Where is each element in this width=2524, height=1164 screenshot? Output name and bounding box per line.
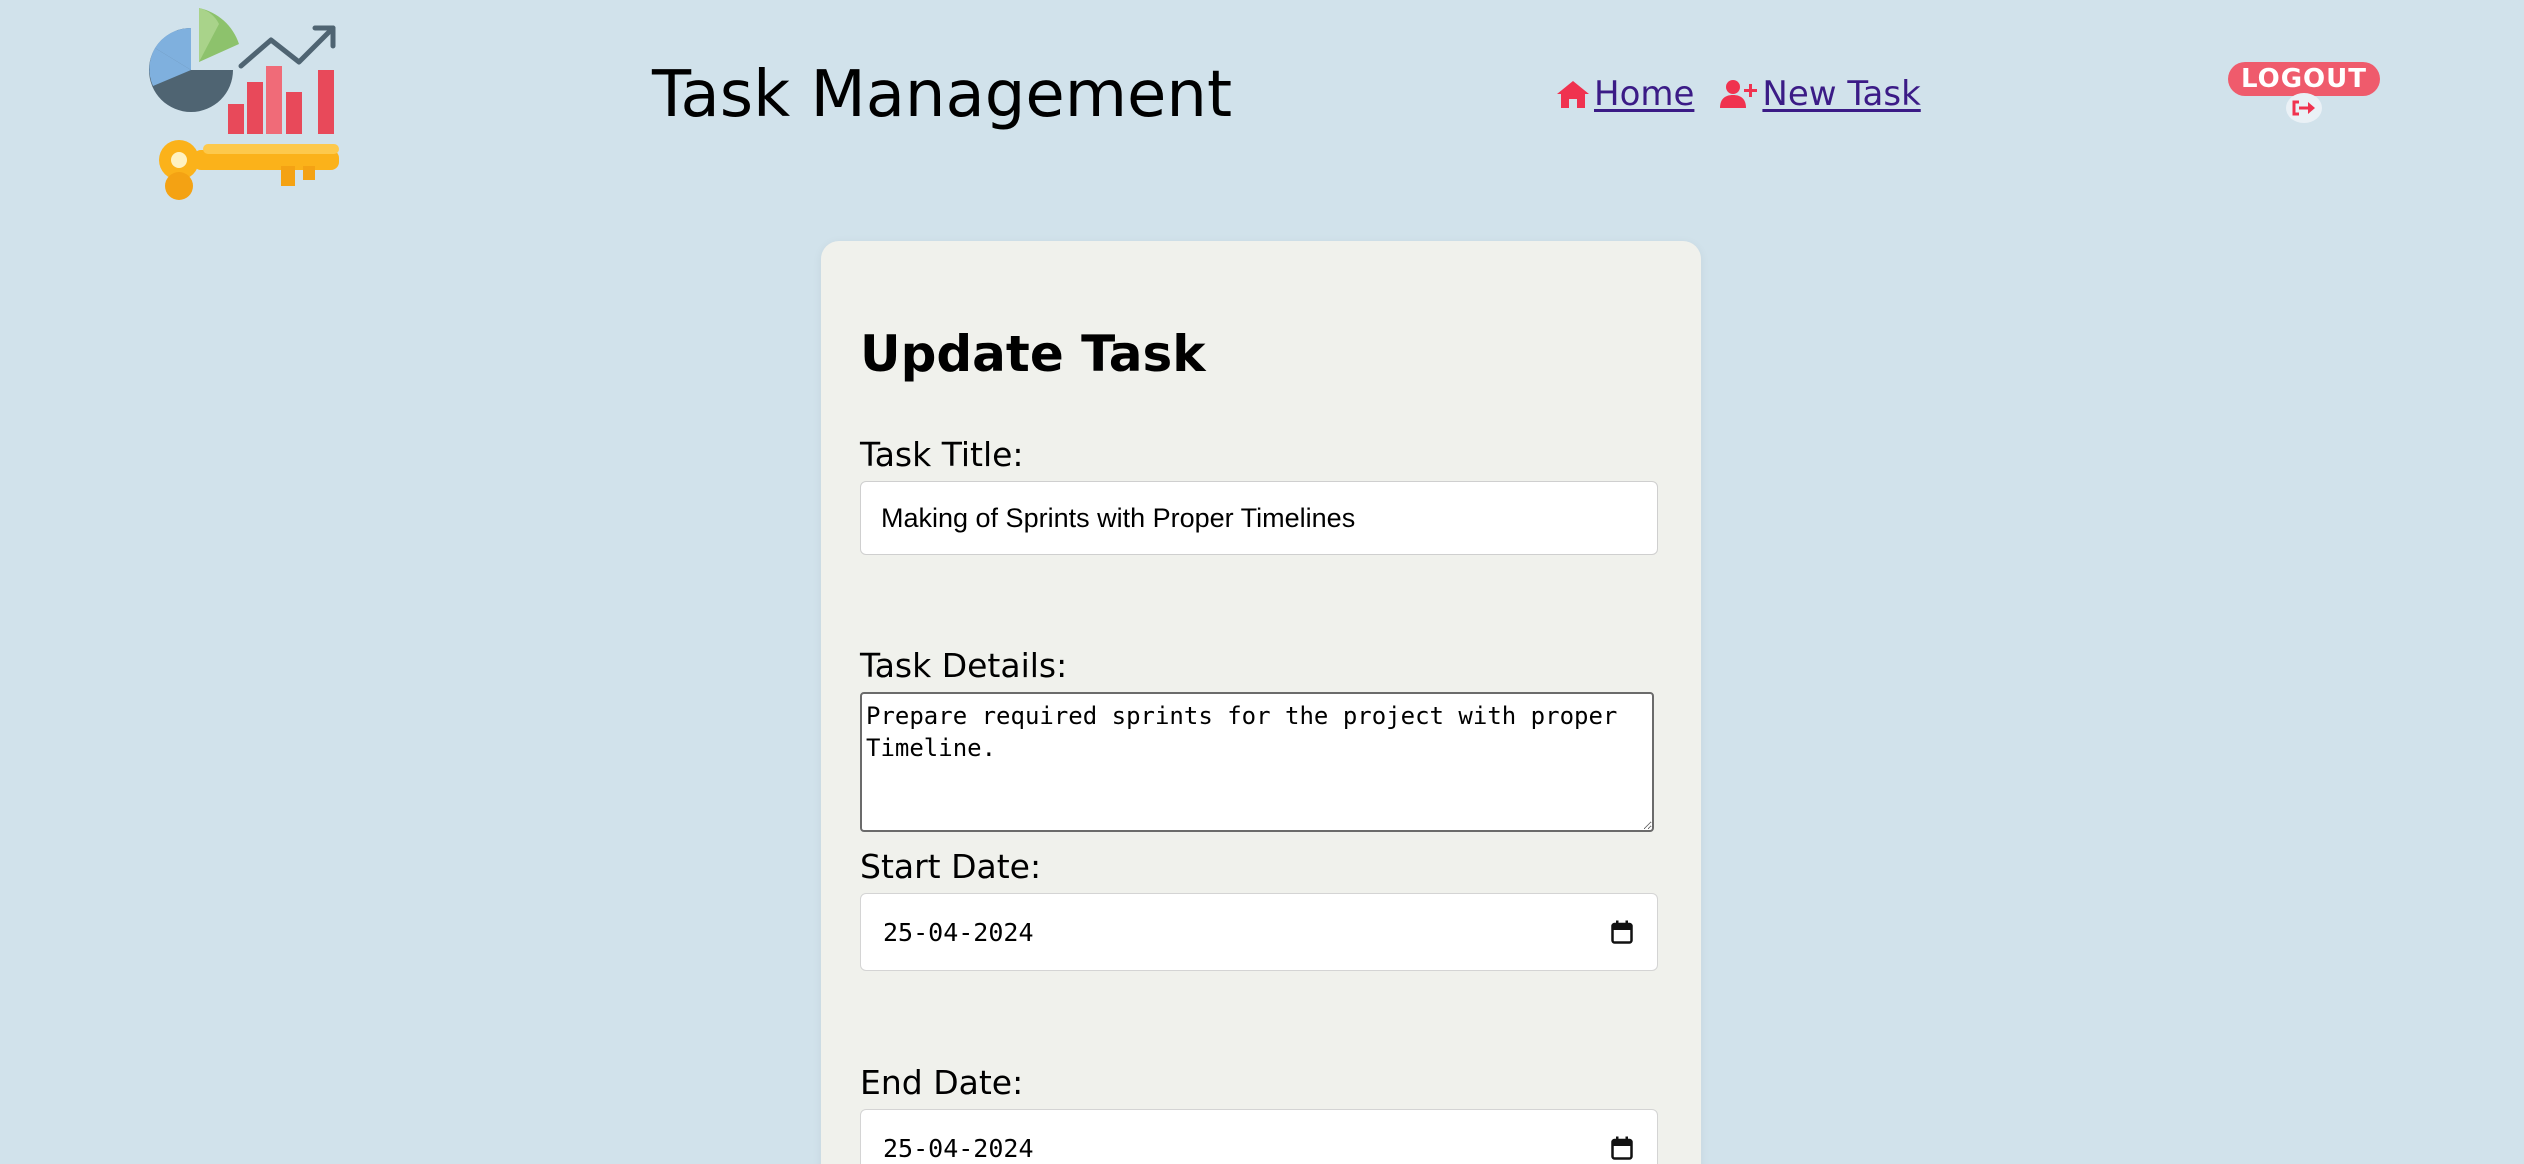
update-task-card: Update Task Task Title: Task Details: Pr… (821, 241, 1701, 1164)
end-date-value: 25-04-2024 (883, 1133, 1034, 1163)
user-plus-icon (1720, 80, 1758, 108)
form-heading: Update Task (860, 325, 1206, 383)
end-date-input[interactable]: 25-04-2024 (860, 1109, 1658, 1164)
task-details-textarea[interactable]: Prepare required sprints for the project… (860, 692, 1654, 832)
analytics-key-logo-icon (143, 4, 343, 200)
sign-out-icon (2286, 93, 2322, 123)
start-date-input[interactable]: 25-04-2024 (860, 893, 1658, 971)
page: Task Management Home New Task LOGOUT Upd… (0, 0, 2524, 1164)
calendar-icon[interactable] (1611, 1136, 1633, 1160)
calendar-icon[interactable] (1611, 920, 1633, 944)
logout-button[interactable]: LOGOUT (2228, 62, 2380, 126)
app-title: Task Management (652, 58, 1233, 132)
nav-new-task-label: New Task (1762, 74, 1921, 114)
logout-label: LOGOUT (2228, 62, 2380, 96)
start-date-value: 25-04-2024 (883, 917, 1034, 947)
main-nav: Home New Task (1556, 74, 1921, 114)
start-date-label: Start Date: (860, 847, 1042, 886)
end-date-label: End Date: (860, 1063, 1024, 1102)
nav-home-link[interactable]: Home (1556, 74, 1694, 114)
task-title-input[interactable] (860, 481, 1658, 555)
task-title-label: Task Title: (860, 435, 1024, 474)
home-icon (1557, 81, 1589, 108)
nav-new-task-link[interactable]: New Task (1720, 74, 1921, 114)
nav-home-label: Home (1594, 74, 1695, 114)
task-details-label: Task Details: (860, 646, 1068, 685)
